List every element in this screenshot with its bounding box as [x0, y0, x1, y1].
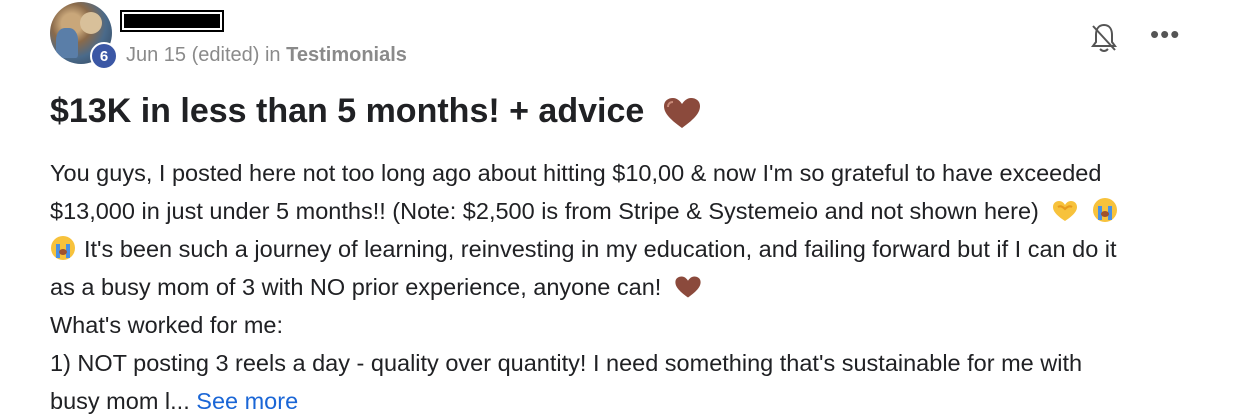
more-options-icon[interactable]: ••• [1150, 20, 1186, 48]
avatar-figure-head [80, 12, 102, 34]
post-date: Jun 15 (edited) [126, 44, 260, 66]
body-line: $13,000 in just under 5 months!! (Note: … [50, 192, 1210, 230]
category-link[interactable]: Testimonials [286, 44, 407, 66]
post-body: You guys, I posted here not too long ago… [50, 154, 1210, 420]
body-line: busy mom l... See more [50, 388, 299, 414]
brown-heart-emoji [675, 276, 701, 298]
post-title-row: $13K in less than 5 months! + advice [50, 92, 702, 131]
crying-face-emoji [51, 236, 75, 260]
crying-face-emoji [1092, 198, 1117, 222]
avatar-figure [56, 28, 78, 58]
brown-heart-emoji [663, 98, 700, 129]
body-line: 1) NOT posting 3 reels a day - quality o… [50, 350, 1083, 376]
bell-off-icon[interactable] [1090, 22, 1118, 54]
post-header: 6 Jun 15 (edited) in Testimonials ••• [50, 2, 1200, 70]
body-line: You guys, I posted here not too long ago… [50, 160, 1102, 186]
body-line: It's been such a journey of learning, re… [50, 230, 1210, 268]
post-title: $13K in less than 5 months! + advice [50, 92, 645, 130]
see-more-link[interactable]: See more [196, 388, 298, 414]
heart-hands-emoji [1053, 201, 1078, 221]
author-name-redacted [120, 10, 224, 32]
in-label: in [264, 44, 281, 66]
body-line: What's worked for me: [50, 312, 284, 338]
post-meta: Jun 15 (edited) in Testimonials [126, 44, 407, 67]
body-line: as a busy mom of 3 with NO prior experie… [50, 268, 1210, 306]
level-badge: 6 [90, 42, 118, 70]
